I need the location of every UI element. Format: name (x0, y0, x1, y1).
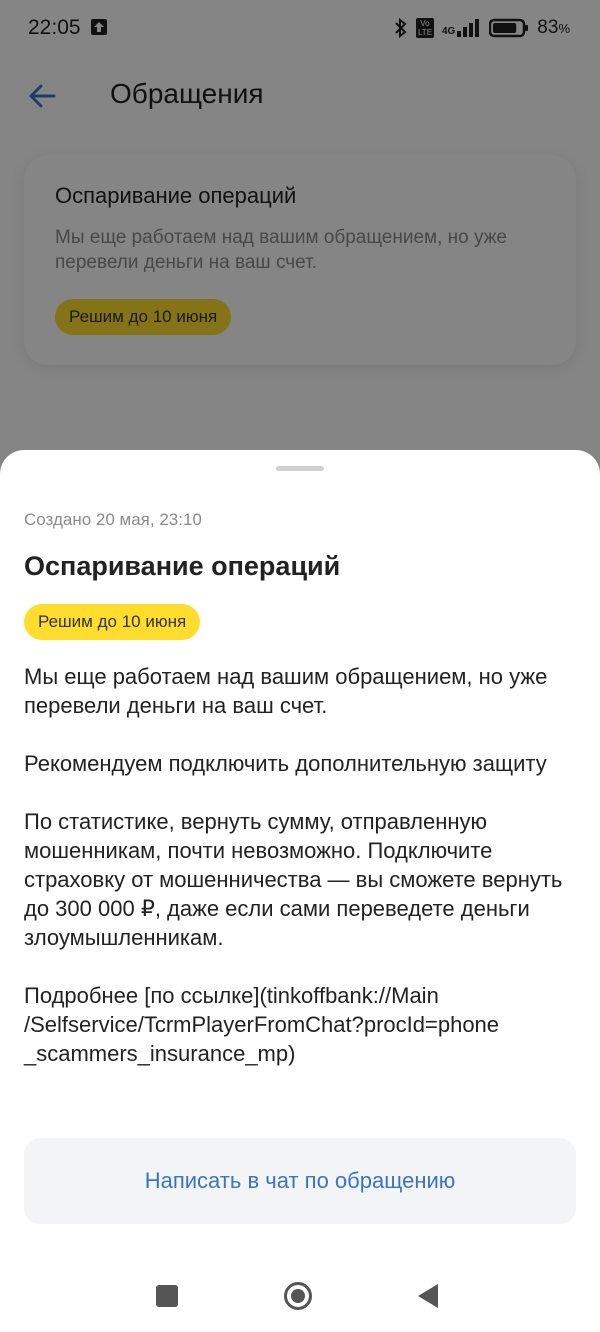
message-paragraph: Рекомендуем подключить дополнительную за… (24, 751, 547, 776)
bottom-sheet: Создано 20 мая, 23:10 Оспаривание операц… (0, 450, 600, 1332)
status-badge: Решим до 10 июня (24, 604, 201, 640)
drag-handle[interactable] (276, 466, 324, 471)
back-triangle-icon[interactable] (416, 1283, 440, 1309)
message-paragraph: По статистике, вернуть сумму, отправленн… (24, 809, 563, 950)
home-circle-icon[interactable] (283, 1281, 313, 1311)
recents-square-icon[interactable] (156, 1285, 178, 1307)
system-nav-bar (0, 1262, 600, 1332)
message-body: Мы еще работаем над вашим обращением, но… (24, 662, 580, 1068)
message-paragraph-link[interactable]: Подробнее [по ссылке](tinkoffbank://Main… (24, 981, 580, 1068)
created-date: Создано 20 мая, 23:10 (24, 510, 202, 529)
message-paragraph: Мы еще работаем над вашим обращением, но… (24, 664, 548, 718)
sheet-title: Оспаривание операций (24, 551, 341, 581)
write-to-chat-button[interactable]: Написать в чат по обращению (24, 1138, 576, 1224)
